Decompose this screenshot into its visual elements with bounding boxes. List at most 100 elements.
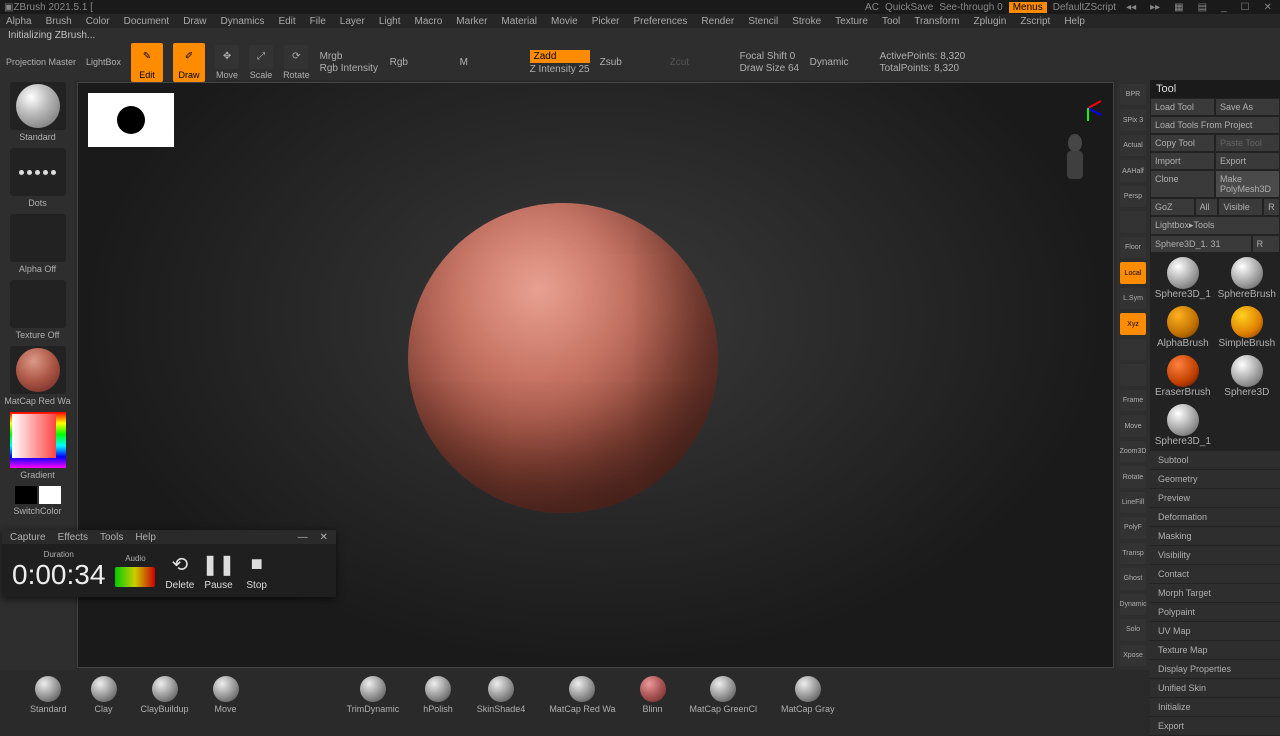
menu-render[interactable]: Render — [701, 16, 734, 27]
rstrip-local[interactable]: Local — [1120, 262, 1146, 283]
rstrip-blank-10[interactable] — [1120, 339, 1146, 360]
make-polymesh[interactable]: Make PolyMesh3D — [1215, 170, 1280, 198]
alpha-slot[interactable] — [10, 214, 66, 262]
rstrip-transp[interactable]: Transp — [1120, 543, 1146, 564]
rec-help[interactable]: Help — [135, 532, 156, 543]
document-thumb[interactable] — [88, 93, 174, 147]
rgb-intensity[interactable]: Rgb Intensity — [320, 63, 380, 74]
rec-effects[interactable]: Effects — [58, 532, 88, 543]
menu-file[interactable]: File — [310, 16, 326, 27]
ac-label[interactable]: AC — [865, 2, 879, 13]
section-unified-skin[interactable]: Unified Skin — [1150, 679, 1280, 698]
copy-tool[interactable]: Copy Tool — [1150, 134, 1215, 152]
tool-header[interactable]: Tool — [1150, 80, 1280, 98]
swatch-white[interactable] — [39, 486, 61, 504]
min-icon[interactable]: _ — [1217, 2, 1231, 13]
menu-help[interactable]: Help — [1064, 16, 1085, 27]
save-as[interactable]: Save As — [1215, 98, 1280, 116]
section-preview[interactable]: Preview — [1150, 489, 1280, 508]
menu-movie[interactable]: Movie — [551, 16, 578, 27]
brush-move[interactable]: Move — [213, 676, 239, 714]
rec-stop[interactable]: ■Stop — [243, 550, 271, 591]
section-contact[interactable]: Contact — [1150, 565, 1280, 584]
rstrip-solo[interactable]: Solo — [1120, 619, 1146, 640]
rec-close-icon[interactable]: ✕ — [320, 532, 328, 543]
import-button[interactable]: Import — [1150, 152, 1215, 170]
brush-trimdynamic[interactable]: TrimDynamic — [347, 676, 400, 714]
brush-matcap-red-wa[interactable]: MatCap Red Wa — [549, 676, 615, 714]
rstrip-persp[interactable]: Persp — [1120, 186, 1146, 207]
rec-tools[interactable]: Tools — [100, 532, 123, 543]
lightbox-tools[interactable]: Lightbox▸Tools — [1150, 216, 1280, 235]
switch-color[interactable]: SwitchColor — [13, 506, 61, 516]
section-morph-target[interactable]: Morph Target — [1150, 584, 1280, 603]
section-initialize[interactable]: Initialize — [1150, 698, 1280, 717]
rec-capture[interactable]: Capture — [10, 532, 46, 543]
tool-item-0[interactable]: Sphere3D_1 — [1152, 255, 1214, 302]
draw-size[interactable]: Draw Size 64 — [740, 63, 800, 74]
rstrip-frame[interactable]: Frame — [1120, 390, 1146, 411]
section-subtool[interactable]: Subtool — [1150, 451, 1280, 470]
brush-claybuildup[interactable]: ClayBuildup — [141, 676, 189, 714]
menu-light[interactable]: Light — [379, 16, 401, 27]
menu-edit[interactable]: Edit — [278, 16, 295, 27]
rotate-button[interactable]: ⟳Rotate — [283, 45, 310, 80]
section-display-properties[interactable]: Display Properties — [1150, 660, 1280, 679]
quicksave-button[interactable]: QuickSave — [885, 2, 933, 13]
rec-pause[interactable]: ❚❚Pause — [204, 550, 232, 591]
menu-stroke[interactable]: Stroke — [792, 16, 821, 27]
tool-r[interactable]: R — [1252, 235, 1280, 253]
section-geometry[interactable]: Geometry — [1150, 470, 1280, 489]
material-slot[interactable] — [10, 346, 66, 394]
default-zscript[interactable]: DefaultZScript — [1053, 2, 1116, 13]
menu-stencil[interactable]: Stencil — [748, 16, 778, 27]
dynamic-toggle[interactable]: Dynamic — [810, 57, 870, 68]
stroke-slot[interactable] — [10, 148, 66, 196]
menu-color[interactable]: Color — [86, 16, 110, 27]
section-uv-map[interactable]: UV Map — [1150, 622, 1280, 641]
rstrip-polyf[interactable]: PolyF — [1120, 517, 1146, 538]
export-button[interactable]: Export — [1215, 152, 1280, 170]
menu-layer[interactable]: Layer — [340, 16, 365, 27]
goz-all[interactable]: All — [1195, 198, 1219, 216]
menu-marker[interactable]: Marker — [456, 16, 487, 27]
see-through-slider[interactable]: See-through 0 — [939, 2, 1002, 13]
focal-shift[interactable]: Focal Shift 0 — [740, 51, 800, 62]
tool-item-5[interactable]: Sphere3D — [1216, 353, 1278, 400]
brush-skinshade4[interactable]: SkinShade4 — [477, 676, 526, 714]
section-polypaint[interactable]: Polypaint — [1150, 603, 1280, 622]
load-tool[interactable]: Load Tool — [1150, 98, 1215, 116]
rstrip-l-sym[interactable]: L.Sym — [1120, 288, 1146, 309]
texture-slot[interactable] — [10, 280, 66, 328]
menu-dynamics[interactable]: Dynamics — [221, 16, 265, 27]
menu-macro[interactable]: Macro — [415, 16, 443, 27]
brush-standard[interactable]: Standard — [30, 676, 67, 714]
rstrip-blank-11[interactable] — [1120, 364, 1146, 385]
zadd-toggle[interactable]: Zadd — [530, 50, 590, 63]
sphere-mesh[interactable] — [408, 203, 718, 513]
brush-slot[interactable] — [10, 82, 66, 130]
move-button[interactable]: ✥Move — [215, 45, 239, 80]
section-visibility[interactable]: Visibility — [1150, 546, 1280, 565]
tool-item-1[interactable]: SphereBrush — [1216, 255, 1278, 302]
rstrip-move[interactable]: Move — [1120, 415, 1146, 436]
rstrip-rotate[interactable]: Rotate — [1120, 466, 1146, 487]
rstrip-bpr[interactable]: BPR — [1120, 84, 1146, 105]
menus-button[interactable]: Menus — [1009, 2, 1047, 13]
rstrip-spix-3[interactable]: SPix 3 — [1120, 109, 1146, 130]
section-masking[interactable]: Masking — [1150, 527, 1280, 546]
layout-icon[interactable]: ▤ — [1194, 2, 1211, 13]
rstrip-ghost[interactable]: Ghost — [1120, 568, 1146, 589]
menu-picker[interactable]: Picker — [592, 16, 620, 27]
brush-blinn[interactable]: Blinn — [640, 676, 666, 714]
menu-transform[interactable]: Transform — [914, 16, 959, 27]
brush-matcap-greencl[interactable]: MatCap GreenCl — [690, 676, 758, 714]
brush-matcap-gray[interactable]: MatCap Gray — [781, 676, 835, 714]
rec-min-icon[interactable]: — — [298, 532, 308, 543]
section-deformation[interactable]: Deformation — [1150, 508, 1280, 527]
tool-item-3[interactable]: SimpleBrush — [1216, 304, 1278, 351]
brush-hpolish[interactable]: hPolish — [423, 676, 453, 714]
tool-item-4[interactable]: EraserBrush — [1152, 353, 1214, 400]
load-from-project[interactable]: Load Tools From Project — [1150, 116, 1280, 134]
rstrip-xyz[interactable]: Xyz — [1120, 313, 1146, 334]
